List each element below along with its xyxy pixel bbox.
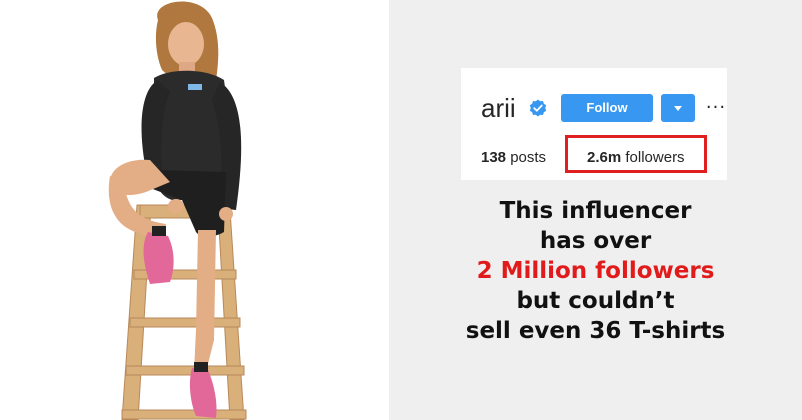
- more-options-button[interactable]: ···: [705, 94, 727, 122]
- followers-stat[interactable]: 2.6m followers: [587, 149, 685, 166]
- caption-line-4: but couldn’t: [516, 288, 675, 314]
- suggestions-dropdown-button[interactable]: [661, 94, 695, 122]
- right-panel: arii Follow ··· 138 posts 2.6m followers: [389, 0, 802, 420]
- meme-caption: This influencer has over 2 Million follo…: [409, 196, 782, 346]
- photo-panel: [0, 0, 389, 420]
- caption-line-2: has over: [539, 228, 652, 254]
- posts-label: posts: [510, 149, 547, 166]
- caption-line-5: sell even 36 T-shirts: [465, 318, 726, 344]
- chevron-down-icon: [674, 106, 682, 111]
- instagram-profile-header: arii Follow ··· 138 posts 2.6m followers: [461, 68, 727, 180]
- followers-label: followers: [625, 149, 685, 166]
- posts-count: 138: [481, 149, 507, 166]
- caption-line-1: This influencer: [499, 198, 692, 224]
- caption-line-3: 2 Million followers: [476, 258, 715, 284]
- followers-count: 2.6m: [587, 149, 622, 166]
- meme-image: arii Follow ··· 138 posts 2.6m followers: [0, 0, 802, 420]
- profile-username: arii: [481, 93, 516, 123]
- follow-button[interactable]: Follow: [561, 94, 653, 122]
- posts-stat: 138 posts: [481, 149, 546, 166]
- model-photo: [0, 0, 389, 420]
- verified-badge-icon: [529, 99, 547, 117]
